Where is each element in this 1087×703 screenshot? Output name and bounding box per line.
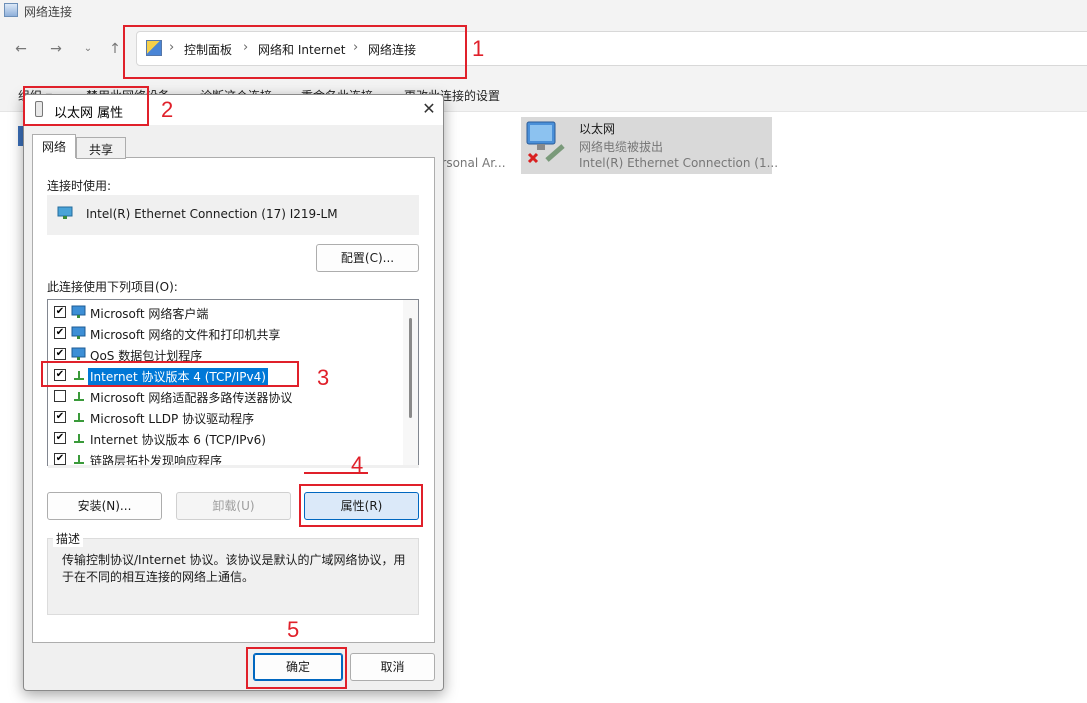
item-checkbox[interactable] [54, 390, 66, 402]
ethernet-status: 网络电缆被拔出 [579, 140, 664, 154]
protocol-icon [74, 455, 84, 464]
recent-locations-icon[interactable]: ⌄ [79, 40, 97, 58]
ethernet-device: Intel(R) Ethernet Connection (1... [579, 156, 779, 170]
annotation-box-5 [246, 647, 347, 689]
annotation-underline-4 [304, 472, 368, 474]
cancel-button[interactable]: 取消 [350, 653, 435, 681]
up-icon[interactable]: ↑ [106, 40, 124, 58]
list-item[interactable]: ✔ Internet 协议版本 6 (TCP/IPv6) [54, 428, 394, 448]
tab-sharing[interactable]: 共享 [76, 137, 126, 159]
annotation-box-4 [299, 484, 423, 527]
annotation-box-3 [41, 361, 299, 387]
ethernet-name: 以太网 [579, 122, 616, 136]
tab-network[interactable]: 网络 [32, 134, 76, 158]
item-checkbox[interactable]: ✔ [54, 432, 66, 444]
list-item[interactable]: ✔ Microsoft LLDP 协议驱动程序 [54, 407, 394, 427]
item-checkbox[interactable]: ✔ [54, 348, 66, 360]
list-scrollbar-thumb[interactable] [409, 318, 412, 418]
list-item[interactable]: ✔ Microsoft 网络的文件和打印机共享 [54, 323, 394, 343]
list-item[interactable]: Microsoft 网络适配器多路传送器协议 [54, 386, 394, 406]
annotation-number-4: 4 [351, 452, 364, 477]
network-connections-icon [4, 3, 18, 17]
item-label: 链路层拓扑发现响应程序 [90, 454, 223, 465]
window-title: 网络连接 [24, 5, 73, 19]
network-client-icon [71, 305, 86, 318]
item-label: Internet 协议版本 6 (TCP/IPv6) [90, 433, 266, 447]
item-checkbox[interactable]: ✔ [54, 327, 66, 339]
uninstall-button[interactable]: 卸载(U) [176, 492, 291, 520]
list-item[interactable]: ✔ Microsoft 网络客户端 [54, 302, 394, 322]
adapter-device-text: ersonal Ar... [434, 156, 506, 170]
protocol-icon [74, 392, 84, 401]
window-title-bar [0, 0, 1087, 22]
back-icon[interactable]: ← [12, 40, 30, 58]
protocol-icon [74, 434, 84, 443]
connect-using-label: 连接时使用: [47, 179, 112, 193]
device-name: Intel(R) Ethernet Connection (17) I219-L… [86, 207, 338, 221]
annotation-box-1 [123, 25, 467, 79]
forward-icon[interactable]: → [47, 40, 65, 58]
annotation-box-2 [23, 86, 149, 126]
description-title: 描述 [53, 530, 84, 547]
network-adapter-icon [57, 206, 73, 219]
file-share-icon [71, 326, 86, 339]
item-label: Microsoft 网络的文件和打印机共享 [90, 328, 281, 342]
qos-icon [71, 347, 86, 360]
annotation-number-2: 2 [161, 97, 174, 122]
configure-button[interactable]: 配置(C)... [316, 244, 419, 272]
list-item[interactable]: ✔ 链路层拓扑发现响应程序 [54, 449, 394, 465]
item-label: Microsoft 网络适配器多路传送器协议 [90, 391, 293, 405]
item-label: Microsoft 网络客户端 [90, 307, 209, 321]
item-checkbox[interactable]: ✔ [54, 453, 66, 465]
description-text: 传输控制协议/Internet 协议。该协议是默认的广域网络协议，用于在不同的相… [62, 553, 406, 584]
annotation-number-5: 5 [287, 617, 300, 642]
item-checkbox[interactable]: ✔ [54, 306, 66, 318]
item-label: Microsoft LLDP 协议驱动程序 [90, 412, 255, 426]
items-label: 此连接使用下列项目(O): [47, 280, 178, 294]
protocol-icon [74, 413, 84, 422]
close-icon[interactable]: ✕ [419, 99, 439, 119]
annotation-number-3: 3 [317, 365, 330, 390]
list-horizontal-scrollbar[interactable] [48, 465, 419, 468]
item-checkbox[interactable]: ✔ [54, 411, 66, 423]
install-button[interactable]: 安装(N)... [47, 492, 162, 520]
annotation-number-1: 1 [472, 36, 485, 61]
ethernet-adapter-icon [526, 121, 565, 164]
